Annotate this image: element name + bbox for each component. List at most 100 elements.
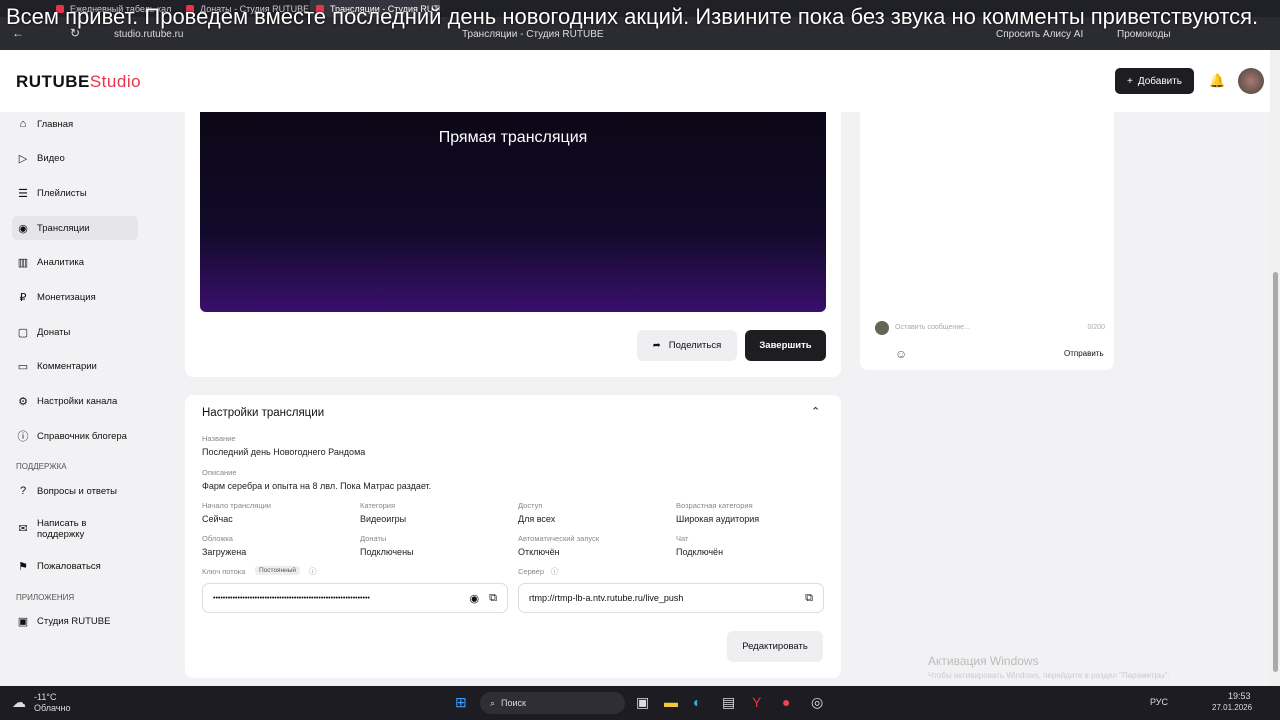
sidebar-item-label: Комментарии (37, 361, 97, 373)
sidebar-item-donations[interactable]: ▢ Донаты (12, 320, 138, 344)
promo-button[interactable]: Промокоды (1117, 29, 1171, 40)
sidebar-item-video[interactable]: ▷ Видео (12, 147, 138, 171)
add-button[interactable]: + Добавить (1115, 68, 1194, 94)
sidebar-item-comments[interactable]: ▭ Комментарии (12, 355, 138, 379)
scrollbar-thumb[interactable] (1273, 272, 1278, 672)
finish-button[interactable]: Завершить (745, 330, 826, 361)
chat-placeholder: Оставить сообщение... (895, 324, 970, 331)
share-icon: ➦ (652, 340, 661, 351)
bell-icon[interactable]: 🔔 (1209, 73, 1225, 89)
explorer-icon[interactable]: ▬ (664, 694, 678, 710)
stream-key-badge: Постоянный (255, 566, 301, 575)
server-field[interactable]: rtmp://rtmp-lb-a.ntv.rutube.ru/live_push… (518, 583, 824, 613)
field-label: Возрастная категория (676, 501, 753, 510)
avatar[interactable] (1238, 68, 1264, 94)
send-button[interactable]: Отправить (1064, 349, 1104, 358)
donate-icon: ▢ (17, 326, 29, 339)
url-field[interactable]: studio.rutube.ru (114, 29, 184, 40)
server-label: Сервер (518, 567, 545, 576)
alice-button[interactable]: Спросить Алису AI (996, 29, 1083, 40)
yandex-browser-icon[interactable]: Y (752, 694, 761, 710)
stream-preview[interactable]: Прямая трансляция (200, 112, 826, 312)
sidebar-item-streams[interactable]: ◉ Трансляции (12, 216, 138, 241)
field-label: Категория (360, 501, 396, 510)
taskbar-search[interactable]: ⌕ Поиск (480, 692, 625, 714)
sidebar-item-label: Пожаловаться (37, 561, 101, 573)
field-label: Донаты (360, 534, 387, 543)
sidebar-item-label: Аналитика (37, 257, 85, 269)
sidebar-item-home[interactable]: ⌂ Главная (12, 112, 138, 136)
language-indicator[interactable]: РУС (1150, 697, 1168, 707)
question-icon: ? (19, 485, 27, 498)
ruble-icon: ₽ (19, 291, 27, 304)
sidebar-item-channel-settings[interactable]: ⚙ Настройки канала (12, 390, 138, 414)
settings-title: Настройки трансляции (202, 407, 325, 419)
sidebar-item-faq[interactable]: ? Вопросы и ответы (12, 479, 138, 503)
windows-start-icon[interactable]: ⊞ (455, 694, 467, 711)
temperature: -11°C (34, 692, 57, 702)
field-label: Автоматический запуск (518, 534, 600, 543)
sidebar-item-label: Главная (37, 118, 74, 130)
comment-icon: ▭ (17, 361, 29, 374)
sidebar-item-label: Справочник блогера (37, 430, 127, 442)
scrollbar[interactable] (1270, 50, 1280, 686)
support-section-title: ПОДДЕРЖКА (16, 462, 67, 472)
field-value: Широкая аудитория (676, 514, 760, 524)
sidebar-item-playlists[interactable]: ☰ Плейлисты (12, 181, 138, 205)
windows-activation-title: Активация Windows (928, 654, 1039, 668)
desc-label: Описание (202, 468, 237, 477)
chat-counter: 0/200 (1087, 324, 1105, 331)
logo-main: RUTUBE (16, 72, 90, 91)
app-icon: ▣ (17, 616, 29, 629)
app-icon[interactable]: ● (782, 694, 790, 710)
search-icon: ⌕ (490, 697, 496, 708)
sidebar-item-handbook[interactable]: ⓘ Справочник блогера (12, 424, 138, 448)
stream-settings-card: Настройки трансляции ⌃ Название Последни… (185, 395, 841, 678)
sidebar: ⌂ Главная ▷ Видео ☰ Плейлисты ◉ Трансляции ▥… (0, 112, 150, 644)
field-label: Начало трансляции (202, 501, 271, 510)
chat-card: Оставить сообщение... 0/200 ☺ Отправить (860, 112, 1114, 370)
emoji-icon[interactable]: ☺ (895, 347, 907, 361)
broadcast-icon: ◉ (18, 222, 28, 235)
sidebar-item-monetization[interactable]: ₽ Монетизация (12, 285, 138, 309)
search-label: Поиск (501, 698, 526, 708)
home-icon: ⌂ (19, 118, 27, 130)
apps-section-title: ПРИЛОЖЕНИЯ (16, 592, 75, 602)
page-title: Трансляции - Студия RUTUBE (462, 29, 604, 40)
clock-date[interactable]: 27.01.2026 (1212, 703, 1252, 712)
edit-button[interactable]: Редактировать (727, 631, 823, 662)
add-label: Добавить (1137, 75, 1183, 87)
gear-icon: ⚙ (18, 396, 28, 408)
sidebar-item-label: Студия RUTUBE (37, 616, 111, 628)
playlist-icon: ☰ (18, 187, 28, 200)
sidebar-item-contact-support[interactable]: ✉ Написать в поддержку (12, 514, 138, 544)
help-icon[interactable]: ⓘ (551, 566, 559, 577)
store-icon[interactable]: ▤ (722, 694, 735, 711)
weather-text: Облачно (34, 703, 71, 713)
obs-icon[interactable]: ◎ (811, 694, 823, 711)
name-value: Последний день Новогоднего Рандома (202, 447, 366, 457)
sidebar-item-label: Донаты (37, 326, 71, 338)
sidebar-item-report[interactable]: ⚑ Пожаловаться (12, 555, 138, 579)
copy-icon[interactable]: ⧉ (489, 592, 497, 605)
sidebar-item-analytics[interactable]: ▥ Аналитика (12, 251, 138, 275)
stream-subtitle-overlay: Всем привет. Проведем вместе последний д… (6, 4, 1259, 29)
chat-message-input[interactable]: Оставить сообщение... 0/200 (895, 324, 1105, 338)
sidebar-item-studio-app[interactable]: ▣ Студия RUTUBE (12, 610, 138, 634)
edge-icon[interactable]: ◐ (693, 694, 701, 710)
plus-icon: + (1126, 75, 1133, 87)
info-icon: ⓘ (17, 431, 29, 444)
chevron-up-icon[interactable]: ⌃ (811, 405, 820, 418)
field-value: Для всех (518, 514, 556, 524)
field-value: Отключён (518, 547, 560, 557)
task-view-icon[interactable]: ▣ (636, 694, 649, 711)
rutube-studio-logo[interactable]: RUTUBEStudio (16, 72, 141, 92)
stream-key-field[interactable]: ••••••••••••••••••••••••••••••••••••••••… (202, 583, 508, 613)
share-button[interactable]: ➦ Поделиться (637, 330, 737, 361)
field-label: Доступ (518, 501, 543, 510)
studio-header: RUTUBEStudio + Добавить 🔔 (0, 50, 1270, 112)
clock-time[interactable]: 19:53 (1228, 691, 1251, 701)
eye-icon[interactable]: ◉ (470, 592, 480, 605)
help-icon[interactable]: ⓘ (309, 566, 317, 577)
copy-icon[interactable]: ⧉ (805, 592, 813, 605)
